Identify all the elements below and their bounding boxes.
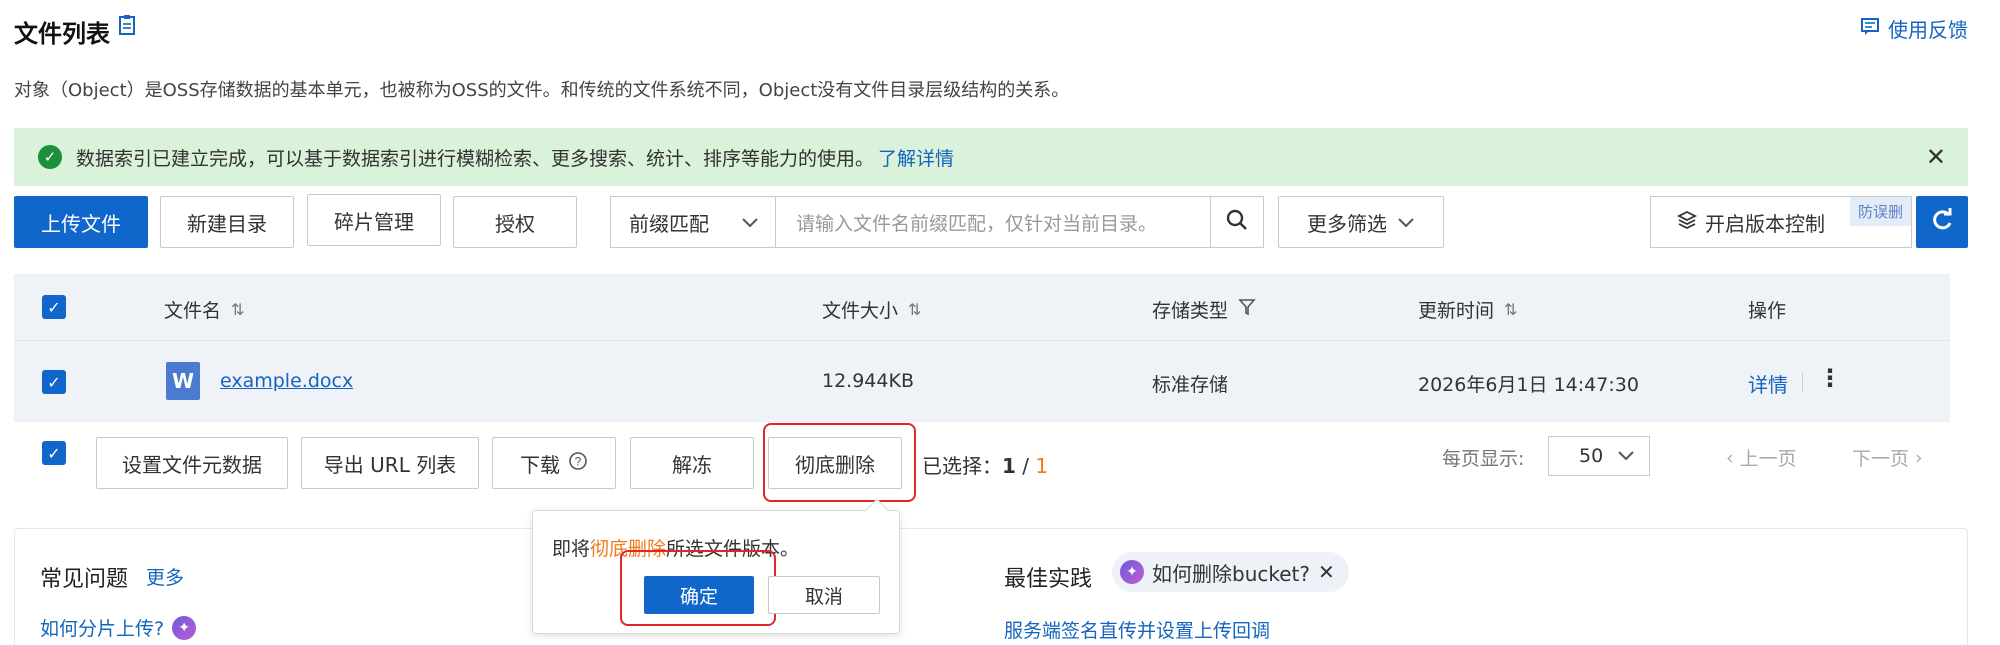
success-banner: ✓ 数据索引已建立完成，可以基于数据索引进行模糊检索、更多搜索、统计、排序等能力… — [14, 128, 1968, 186]
more-actions-icon[interactable]: ⋮ — [1818, 364, 1842, 392]
storage-type: 标准存储 — [1152, 374, 1229, 396]
clipboard-icon[interactable] — [118, 14, 136, 36]
faq-more-link[interactable]: 更多 — [146, 563, 184, 590]
updated-time: 2026年6月1日 14:47:30 — [1418, 374, 1639, 396]
faq-item-link[interactable]: 如何分片上传? ✦ — [40, 614, 197, 641]
anti-delete-tag: 防误删 — [1849, 197, 1911, 226]
match-mode-value: 前缀匹配 — [629, 211, 709, 236]
filter-icon[interactable] — [1238, 298, 1256, 321]
column-updated-label: 更新时间 — [1418, 300, 1495, 322]
page-size-label: 每页显示: — [1442, 448, 1525, 470]
column-filename-label: 文件名 — [164, 300, 222, 322]
word-file-icon: W — [166, 362, 200, 400]
column-storage-type[interactable]: 存储类型 — [1152, 296, 1256, 323]
bulk-select-checkbox[interactable]: ✓ — [42, 441, 66, 465]
page-size-select[interactable]: 50 — [1548, 436, 1650, 476]
authorize-button[interactable]: 授权 — [453, 196, 577, 248]
next-page-label: 下一页 — [1852, 448, 1910, 470]
column-size[interactable]: 文件大小 ⇅ — [822, 296, 921, 323]
column-filename[interactable]: 文件名 ⇅ — [164, 296, 244, 323]
more-filter-button[interactable]: 更多筛选 — [1278, 196, 1444, 248]
fragment-management-button[interactable]: 碎片管理 — [307, 194, 441, 246]
column-size-label: 文件大小 — [822, 300, 899, 322]
selected-label: 已选择： — [922, 454, 1002, 478]
search-icon — [1225, 208, 1249, 237]
banner-text: 数据索引已建立完成，可以基于数据索引进行模糊检索、更多搜索、统计、排序等能力的使… — [76, 147, 875, 170]
download-button[interactable]: 下载 ? — [492, 437, 616, 489]
detail-link[interactable]: 详情 — [1748, 369, 1788, 398]
action-divider — [1802, 372, 1803, 392]
chevron-left-icon: ‹ — [1726, 446, 1734, 469]
sort-icon[interactable]: ⇅ — [1504, 300, 1517, 319]
best-practice-chip[interactable]: ✦ 如何删除bucket? ✕ — [1112, 552, 1349, 592]
confirm-button[interactable]: 确定 — [644, 576, 754, 614]
permanent-delete-button[interactable]: 彻底删除 — [768, 437, 902, 489]
chevron-right-icon: › — [1915, 446, 1923, 469]
export-url-button[interactable]: 导出 URL 列表 — [301, 437, 479, 489]
check-circle-icon: ✓ — [38, 145, 62, 169]
svg-text:?: ? — [575, 454, 582, 468]
column-actions-label: 操作 — [1748, 300, 1787, 322]
selected-count: 已选择：1 / 1 — [922, 450, 1048, 479]
new-directory-button[interactable]: 新建目录 — [160, 196, 294, 248]
ai-assistant-icon: ✦ — [1120, 560, 1144, 584]
close-icon[interactable]: ✕ — [1318, 560, 1335, 584]
selected-separator: / — [1015, 454, 1036, 478]
column-actions: 操作 — [1748, 296, 1786, 323]
refresh-icon — [1929, 207, 1955, 238]
faq-title: 常见问题 — [40, 567, 129, 592]
select-all-checkbox[interactable]: ✓ — [42, 295, 66, 319]
help-icon: ? — [568, 451, 588, 476]
file-size: 12.944KB — [822, 370, 914, 392]
unfreeze-button[interactable]: 解冻 — [630, 437, 754, 489]
page-title: 文件列表 — [14, 20, 110, 48]
prev-page-button[interactable]: ‹ 上一页 — [1726, 444, 1797, 471]
row-checkbox[interactable]: ✓ — [42, 370, 66, 394]
page-size-value: 50 — [1579, 445, 1604, 467]
chevron-down-icon — [741, 210, 759, 234]
refresh-button[interactable] — [1916, 196, 1968, 248]
page-description: 对象（Object）是OSS存储数据的基本单元，也被称为OSS的文件。和传统的文… — [14, 80, 1070, 101]
upload-button[interactable]: 上传文件 — [14, 196, 148, 248]
chevron-down-icon — [1397, 210, 1415, 234]
selected-number: 1 — [1002, 454, 1016, 478]
feedback-link[interactable]: 使用反馈 — [1860, 14, 1968, 43]
popover-text-before: 即将 — [552, 538, 591, 560]
column-storage-label: 存储类型 — [1152, 300, 1229, 322]
chevron-down-icon — [1617, 445, 1635, 467]
table-header — [14, 274, 1950, 340]
file-name-link[interactable]: example.docx — [220, 370, 353, 392]
sort-icon[interactable]: ⇅ — [908, 300, 921, 319]
selected-total: 1 — [1035, 454, 1049, 478]
next-page-button[interactable]: 下一页 › — [1852, 444, 1923, 471]
close-icon[interactable]: ✕ — [1926, 143, 1946, 171]
sort-icon[interactable]: ⇅ — [231, 300, 244, 319]
download-label: 下载 — [520, 452, 560, 477]
faq-item-label: 如何分片上传? — [40, 618, 165, 640]
prev-page-label: 上一页 — [1739, 448, 1797, 470]
set-metadata-button[interactable]: 设置文件元数据 — [96, 437, 288, 489]
ai-assistant-icon: ✦ — [172, 615, 197, 640]
best-practice-title: 最佳实践 — [1004, 567, 1093, 592]
popover-arrow — [865, 498, 889, 522]
cancel-button[interactable]: 取消 — [768, 576, 880, 614]
chip-label: 如何删除bucket? — [1152, 561, 1310, 586]
version-control-label: 开启版本控制 — [1705, 211, 1825, 236]
version-control-button[interactable]: 开启版本控制 防误删 — [1650, 196, 1912, 248]
help-panel — [14, 528, 1968, 645]
match-mode-select[interactable]: 前缀匹配 — [610, 196, 776, 248]
banner-learn-more-link[interactable]: 了解详情 — [878, 144, 954, 171]
column-updated[interactable]: 更新时间 ⇅ — [1418, 296, 1517, 323]
feedback-label: 使用反馈 — [1888, 18, 1968, 42]
search-input[interactable]: 请输入文件名前缀匹配，仅针对当前目录。 — [775, 196, 1211, 248]
layers-icon — [1676, 210, 1698, 235]
search-button[interactable] — [1210, 196, 1264, 248]
feedback-icon — [1860, 16, 1880, 41]
best-practice-link[interactable]: 服务端签名直传并设置上传回调 — [1004, 616, 1270, 643]
more-filter-label: 更多筛选 — [1307, 211, 1387, 236]
